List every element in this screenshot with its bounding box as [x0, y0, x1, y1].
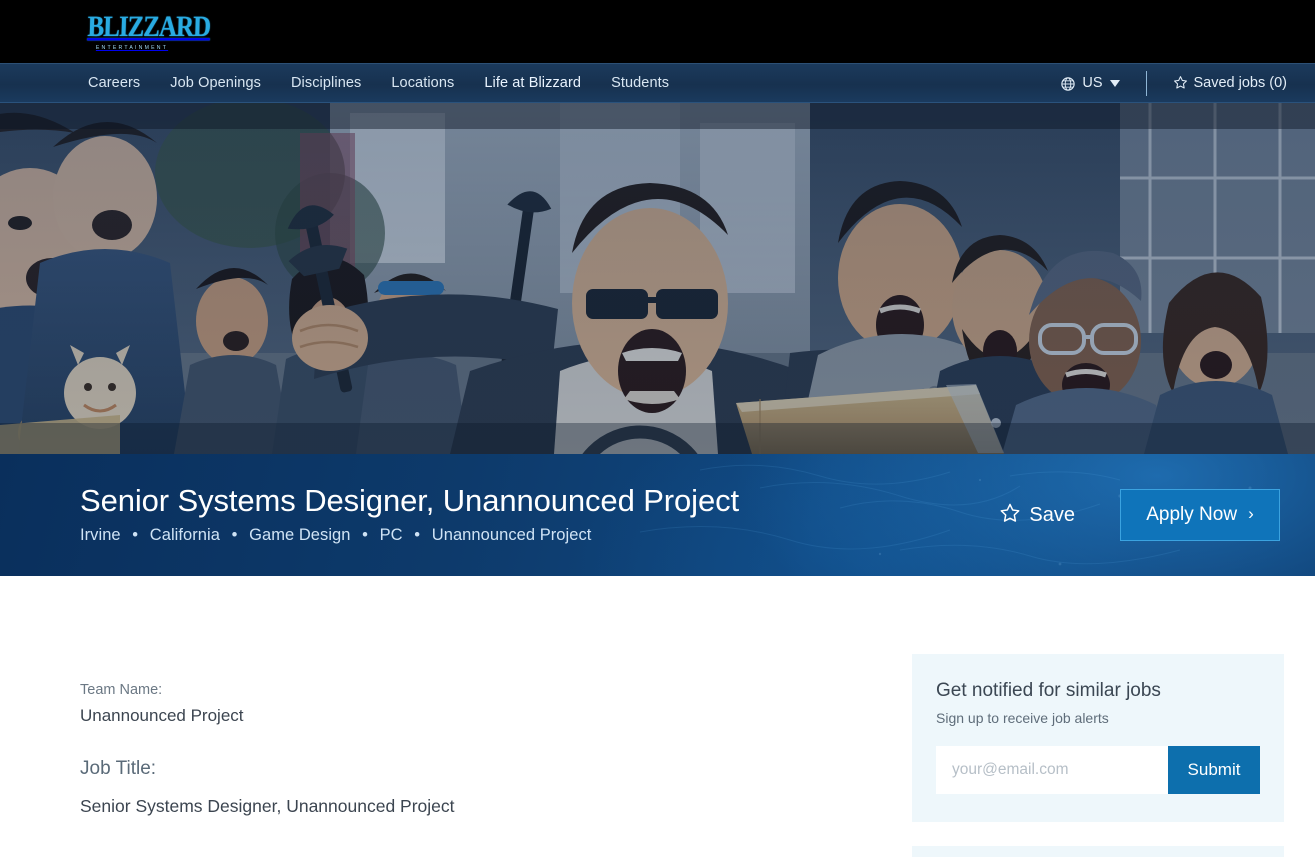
job-meta-location-state: California [149, 526, 220, 545]
save-job-label: Save [1029, 503, 1075, 526]
blizzard-wordmark: BLIZZARD [87, 11, 211, 43]
job-alerts-subtitle: Sign up to receive job alerts [936, 710, 1109, 726]
job-alerts-card: Get notified for similar jobs Sign up to… [912, 654, 1284, 822]
job-meta-discipline: Game Design [249, 526, 351, 545]
globe-icon [1061, 77, 1076, 91]
nav-item-disciplines[interactable]: Disciplines [291, 75, 361, 91]
secondary-sidebar-card [912, 846, 1284, 857]
apply-now-label: Apply Now [1146, 504, 1238, 525]
job-meta-platform: PC [379, 526, 403, 545]
blizzard-subtext: ENTERTAINMENT [95, 45, 169, 51]
chevron-right-icon: › [1248, 504, 1254, 523]
submit-button[interactable]: Submit [1168, 746, 1260, 794]
logo-bar: BLIZZARD ENTERTAINMENT [0, 0, 1315, 63]
nav-divider [1145, 70, 1147, 96]
page-root: BLIZZARD ENTERTAINMENT Careers Job Openi… [0, 0, 1315, 857]
job-alerts-form: Submit [936, 746, 1260, 794]
meta-separator: • [231, 526, 238, 545]
nav-item-students[interactable]: Students [611, 75, 669, 91]
saved-jobs-label: Saved jobs (0) [1193, 75, 1288, 91]
email-field[interactable] [936, 746, 1168, 794]
job-meta: Irvine • California • Game Design • PC •… [80, 526, 999, 545]
nav-item-locations[interactable]: Locations [391, 75, 454, 91]
job-meta-location-city: Irvine [80, 526, 121, 545]
page-title: Senior Systems Designer, Unannounced Pro… [80, 482, 740, 518]
saved-jobs-link[interactable]: Saved jobs (0) [1173, 74, 1288, 94]
team-name-value: Unannounced Project [80, 706, 244, 725]
locale-label: US [1082, 75, 1103, 91]
nav-item-life-at-blizzard[interactable]: Life at Blizzard [484, 75, 581, 91]
hero-image: TEAM2 [0, 103, 1315, 454]
nav-item-job-openings[interactable]: Job Openings [170, 75, 261, 91]
job-title-label: Job Title: [80, 758, 157, 779]
chevron-down-icon [1109, 79, 1120, 87]
team-name-label: Team Name: [80, 682, 163, 698]
job-title-value: Senior Systems Designer, Unannounced Pro… [80, 796, 455, 816]
nav-item-careers[interactable]: Careers [88, 75, 140, 91]
nav-utilities: US Saved jobs (0) [1061, 70, 1288, 96]
meta-separator: • [132, 526, 139, 545]
job-header-text: Senior Systems Designer, Unannounced Pro… [80, 482, 999, 546]
star-outline-icon [1173, 75, 1188, 94]
main-content: Team Name: Unannounced Project Job Title… [0, 576, 1315, 857]
blizzard-logo[interactable]: BLIZZARD ENTERTAINMENT [87, 11, 211, 53]
apply-now-button[interactable]: Apply Now › [1120, 489, 1280, 541]
job-header-banner: Senior Systems Designer, Unannounced Pro… [0, 454, 1315, 576]
meta-separator: • [362, 526, 368, 545]
star-outline-icon [999, 502, 1021, 530]
main-navigation: Careers Job Openings Disciplines Locatio… [0, 63, 1315, 103]
nav-links: Careers Job Openings Disciplines Locatio… [88, 75, 699, 91]
save-job-button[interactable]: Save [999, 501, 1075, 529]
job-meta-project: Unannounced Project [431, 526, 592, 545]
locale-selector[interactable]: US [1061, 75, 1120, 91]
job-header-actions: Save Apply Now › [999, 489, 1280, 541]
job-description-column: Team Name: Unannounced Project Job Title… [80, 682, 860, 817]
meta-separator: • [414, 526, 421, 545]
job-alerts-title: Get notified for similar jobs [936, 680, 1161, 701]
sidebar-column: Get notified for similar jobs Sign up to… [912, 654, 1284, 857]
